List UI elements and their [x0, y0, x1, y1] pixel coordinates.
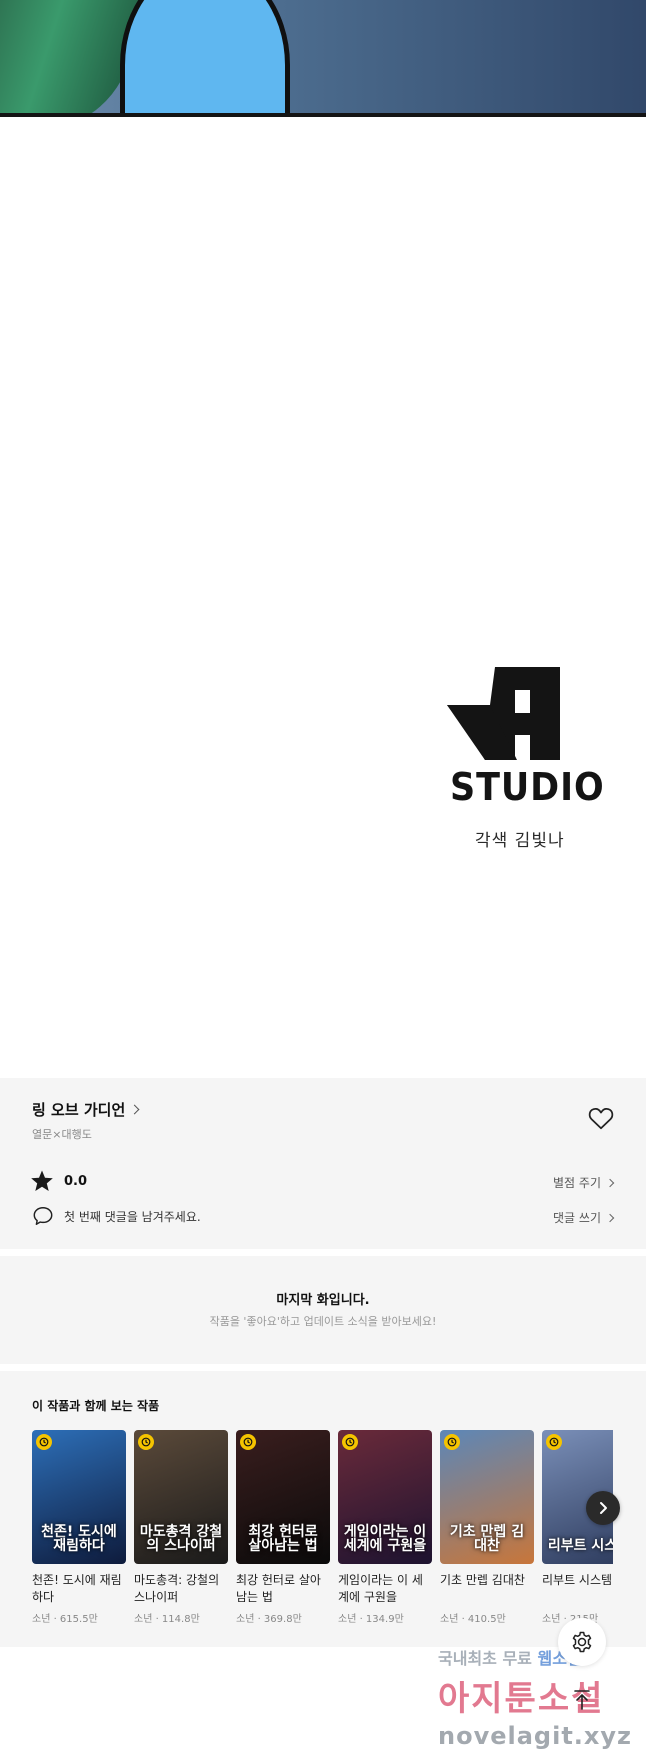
watermark-line2: 아지툰소설 — [438, 1679, 605, 1719]
write-comment-button[interactable]: 댓글 쓰기 — [553, 1209, 615, 1226]
write-comment-label: 댓글 쓰기 — [553, 1211, 601, 1225]
adaptation-credit: 각색 김빛나 — [475, 831, 565, 851]
recommendation-cover: 게임이라는 이 세계에 구원을 — [338, 1430, 432, 1564]
last-episode-subtitle: 작품을 '좋아요'하고 업데이트 소식을 받아보세요! — [209, 1315, 437, 1328]
recommendation-title: 기초 만렙 김대찬 — [440, 1573, 525, 1587]
chevron-right-icon — [605, 1178, 615, 1187]
star-filled-icon — [31, 1170, 53, 1191]
recommendation-title: 게임이라는 이 세계에 구원을 — [338, 1573, 423, 1604]
rating-row: 0.0 — [30, 1169, 87, 1193]
recommendation-cover: 기초 만렙 김대찬 — [440, 1430, 534, 1564]
recommendation-meta: 소년 · 410.5만 — [440, 1614, 506, 1625]
carousel-next-button[interactable] — [586, 1491, 620, 1525]
site-watermark: 국내최초 무료 웹소설 아지툰소설 novelagit.xyz — [438, 1645, 646, 1750]
recommendation-title: 마도총격: 강철의 스나이퍼 — [134, 1573, 220, 1604]
recommendation-card[interactable]: 리부트 시스템 리부트 시스템 소년 · 215만 — [542, 1430, 613, 1625]
recommendation-card[interactable]: 게임이라는 이 세계에 구원을 게임이라는 이 세계에 구원을 소년 · 134… — [338, 1430, 432, 1625]
recommendation-cover: 최강 헌터로 살아남는 법 — [236, 1430, 330, 1564]
recommendation-meta: 소년 · 369.8만 — [236, 1614, 302, 1625]
speech-bubble-icon — [33, 1207, 53, 1225]
cover-title-art: 마도총격 강철의 스나이퍼 — [139, 1523, 223, 1555]
arrow-up-icon — [574, 1690, 590, 1710]
clock-badge-icon — [36, 1434, 52, 1450]
series-authors: 열문×대행도 — [32, 1128, 92, 1141]
comment-row[interactable]: 첫 번째 댓글을 남겨주세요. — [32, 1205, 201, 1227]
watermark-line3: novelagit.xyz — [438, 1722, 633, 1750]
series-title: 링 오브 가디언 — [32, 1101, 126, 1119]
clock-badge-icon — [342, 1434, 358, 1450]
clock-badge-icon — [240, 1434, 256, 1450]
recommendation-card[interactable]: 최강 헌터로 살아남는 법 최강 헌터로 살아남는 법 소년 · 369.8만 — [236, 1430, 330, 1625]
settings-button[interactable] — [558, 1618, 606, 1666]
rate-button[interactable]: 별점 주기 — [553, 1174, 615, 1191]
recommendation-meta: 소년 · 134.9만 — [338, 1614, 404, 1625]
recommendation-title: 최강 헌터로 살아남는 법 — [236, 1573, 321, 1604]
heart-outline-icon[interactable] — [588, 1106, 614, 1130]
rate-button-label: 별점 주기 — [553, 1176, 601, 1190]
recommendations-carousel: 천존! 도시에 재림하다 천존! 도시에 재림하다 소년 · 615.5만 마도… — [32, 1430, 613, 1640]
scroll-top-button[interactable] — [570, 1688, 594, 1712]
recommendation-card[interactable]: 천존! 도시에 재림하다 천존! 도시에 재림하다 소년 · 615.5만 — [32, 1430, 126, 1625]
recommendation-meta: 소년 · 114.8만 — [134, 1614, 200, 1625]
recommendation-title: 천존! 도시에 재림하다 — [32, 1573, 122, 1604]
cover-title-art: 최강 헌터로 살아남는 법 — [248, 1523, 318, 1555]
rating-value: 0.0 — [64, 1173, 88, 1189]
clock-badge-icon — [138, 1434, 154, 1450]
cover-title-art: 리부트 시스템 — [547, 1538, 613, 1555]
last-episode-title: 마지막 화입니다. — [276, 1293, 370, 1308]
comic-figure-shape — [120, 0, 290, 113]
chevron-right-icon — [129, 1104, 140, 1115]
recommendation-card[interactable]: 기초 만렙 김대찬 기초 만렙 김대찬 소년 · 410.5만 — [440, 1430, 534, 1625]
cover-title-art: 게임이라는 이 세계에 구원을 — [343, 1523, 427, 1555]
chevron-right-icon — [600, 1502, 607, 1514]
recommendation-cover: 천존! 도시에 재림하다 — [32, 1430, 126, 1564]
comic-hair-shape — [0, 0, 140, 113]
studio-logo-text: STUDIO — [450, 765, 605, 809]
recommendation-meta: 소년 · 615.5만 — [32, 1614, 98, 1625]
recommendation-title: 리부트 시스템 — [542, 1573, 613, 1587]
cover-title-art: 천존! 도시에 재림하다 — [41, 1523, 117, 1555]
comic-panel-image — [0, 0, 646, 117]
cover-title-art: 기초 만렙 김대찬 — [449, 1523, 525, 1555]
viewer-page: STUDIO 각색 김빛나 링 오브 가디언 열문×대행도 0.0 별점 주기 … — [0, 0, 646, 1764]
clock-badge-icon — [546, 1434, 562, 1450]
chevron-right-icon — [605, 1213, 615, 1222]
series-title-link[interactable]: 링 오브 가디언 — [32, 1099, 140, 1120]
recommendation-card[interactable]: 마도총격 강철의 스나이퍼 마도총격: 강철의 스나이퍼 소년 · 114.8만 — [134, 1430, 228, 1625]
recommendations-heading: 이 작품과 함께 보는 작품 — [32, 1399, 160, 1413]
watermark-line1: 국내최초 무료 웹소설 — [438, 1649, 582, 1668]
recommendation-cover: 마도총격 강철의 스나이퍼 — [134, 1430, 228, 1564]
last-episode-panel — [0, 1256, 646, 1364]
clock-badge-icon — [444, 1434, 460, 1450]
gear-icon — [572, 1631, 592, 1653]
comment-prompt: 첫 번째 댓글을 남겨주세요. — [64, 1209, 201, 1224]
